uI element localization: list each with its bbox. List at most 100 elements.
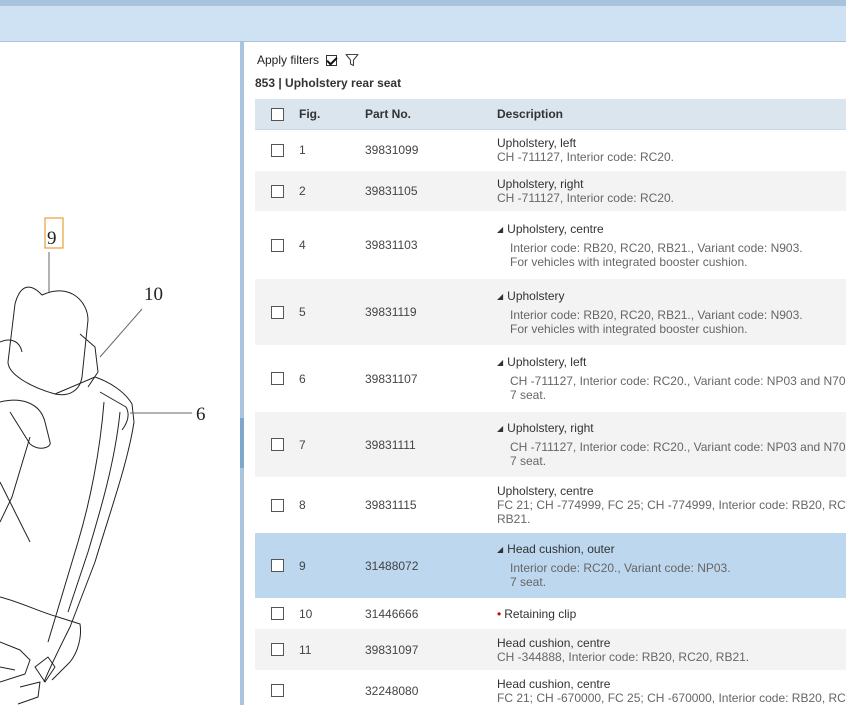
row-fig: 8 — [299, 498, 306, 512]
description-detail: FC 21; CH -774999, FC 25; CH -774999, In… — [497, 498, 846, 512]
description-detail: CH -711127, Interior code: RC20. — [497, 150, 674, 164]
expand-toggle-icon[interactable]: ◢ — [497, 424, 503, 433]
row-checkbox[interactable] — [270, 498, 284, 512]
description-title: Upholstery, centre — [497, 484, 594, 498]
table-row[interactable]: 7 39831111 ◢ Upholstery, right CH -711127, I… — [255, 412, 846, 478]
expand-toggle-icon[interactable]: ◢ — [497, 292, 503, 301]
table-row[interactable]: 1 39831099 Upholstery, left CH -711127, Int… — [255, 130, 846, 171]
description-detail: 7 seat. — [510, 454, 547, 468]
row-checkbox[interactable] — [270, 559, 284, 572]
description-title: Upholstery, right — [497, 177, 584, 191]
apply-filters-checkbox[interactable] — [326, 54, 338, 66]
section-title: 853 | Upholstery rear seat — [255, 76, 402, 90]
callout-9[interactable]: 9 — [47, 228, 57, 249]
row-part-number[interactable]: 39831105 — [365, 184, 497, 198]
row-checkbox[interactable] — [270, 607, 284, 620]
description-detail: 7 seat. — [510, 575, 547, 589]
row-description: Upholstery, left CH -711127, Interior cod… — [497, 136, 846, 164]
parts-diagram[interactable]: 9 10 6 — [0, 42, 240, 705]
table-row[interactable]: 9 31488072 ◢ Head cushion, outer Interior co… — [255, 533, 846, 599]
row-part-number[interactable]: 39831107 — [365, 372, 497, 386]
row-checkbox[interactable] — [270, 372, 284, 385]
row-description: Upholstery, right CH -711127, Interior co… — [497, 177, 846, 205]
table-row[interactable]: 5 39831119 ◢ Upholstery Interior code: RB20,… — [255, 279, 846, 346]
description-title: Head cushion, outer — [507, 542, 615, 556]
row-checkbox[interactable] — [270, 238, 284, 252]
description-detail: For vehicles with integrated booster cus… — [510, 321, 748, 336]
row-fig: 9 — [299, 558, 306, 573]
table-row[interactable]: 11 39831097 Head cushion, centre CH -344888… — [255, 629, 846, 671]
description-title: Upholstery — [507, 288, 565, 303]
row-part-number[interactable]: 39831115 — [365, 498, 497, 512]
row-part-number[interactable]: 39831099 — [365, 143, 497, 157]
table-row[interactable]: 2 39831105 Upholstery, right CH -711127, In… — [255, 171, 846, 212]
expand-toggle-icon[interactable]: ◢ — [497, 545, 503, 554]
row-part-number[interactable]: 39831103 — [365, 238, 497, 252]
description-title: Upholstery, centre — [507, 221, 604, 236]
row-part-number[interactable]: 39831097 — [365, 643, 497, 657]
description-title: Upholstery, right — [507, 421, 594, 435]
row-description: Upholstery, centre FC 21; CH -774999, FC … — [497, 484, 846, 526]
description-detail: CH -711127, Interior code: RC20., Varian… — [510, 440, 846, 454]
description-title: Upholstery, left — [507, 355, 587, 369]
row-fig: 6 — [299, 371, 306, 386]
row-description: ◢ Upholstery, left CH -711127, Interior co… — [497, 355, 846, 402]
row-part-number[interactable]: 31446666 — [365, 607, 497, 621]
row-description: Head cushion, centre FC 21; CH -670000, F… — [497, 677, 846, 705]
row-part-number[interactable]: 32248080 — [365, 684, 497, 698]
row-fig: 1 — [299, 143, 306, 157]
filter-row: Apply filters — [257, 51, 359, 69]
row-checkbox[interactable] — [270, 184, 284, 198]
table-body: 1 39831099 Upholstery, left CH -711127, Int… — [255, 130, 846, 705]
callout-6[interactable]: 6 — [196, 404, 206, 425]
description-detail: Interior code: RB20, RC20, RB21., Varian… — [510, 240, 803, 255]
row-fig: 7 — [299, 437, 306, 452]
row-checkbox[interactable] — [270, 684, 284, 697]
bullet-icon: • — [497, 606, 502, 621]
row-description: • Retaining clip — [497, 607, 846, 621]
table-row[interactable]: 32248080 Head cushion, centre FC 21; CH -6… — [255, 671, 846, 705]
description-detail: Interior code: RB20, RC20, RB21., Varian… — [510, 307, 803, 322]
row-part-number[interactable]: 39831111 — [365, 438, 497, 452]
table-row[interactable]: 10 31446666 • Retaining clip — [255, 599, 846, 629]
row-checkbox[interactable] — [270, 305, 284, 319]
row-fig: 5 — [299, 305, 306, 319]
apply-filters-label: Apply filters — [257, 53, 320, 67]
header-description[interactable]: Description — [497, 107, 846, 121]
row-part-number[interactable]: 31488072 — [365, 559, 497, 573]
description-detail: 7 seat. — [510, 388, 547, 402]
description-detail: For vehicles with integrated booster cus… — [510, 254, 748, 269]
description-detail: FC 21; CH -670000, FC 25; CH -670000, In… — [497, 690, 846, 705]
row-part-number[interactable]: 39831119 — [365, 305, 497, 319]
row-fig: 4 — [299, 238, 306, 252]
table-header: Fig. Part No. Description — [255, 99, 846, 130]
table-row[interactable]: 6 39831107 ◢ Upholstery, left CH -711127, In… — [255, 346, 846, 412]
header-fig[interactable]: Fig. — [299, 107, 365, 121]
row-fig: 10 — [299, 606, 313, 621]
row-checkbox[interactable] — [270, 438, 284, 451]
description-detail: CH -711127, Interior code: RC20., Varian… — [510, 374, 846, 388]
table-row[interactable]: 4 39831103 ◢ Upholstery, centre Interior cod… — [255, 212, 846, 279]
description-detail: RB21. — [497, 512, 531, 526]
top-toolbar — [0, 0, 846, 42]
row-description: Head cushion, centre CH -344888, Interior… — [497, 636, 846, 664]
parts-table: Fig. Part No. Description 1 39831099 Uphol… — [255, 99, 846, 705]
row-description: ◢ Upholstery, centre Interior code: RB20, … — [497, 222, 846, 269]
callout-10[interactable]: 10 — [144, 284, 163, 305]
description-title: Upholstery, left — [497, 136, 577, 150]
description-detail: CH -711127, Interior code: RC20. — [497, 191, 674, 205]
funnel-icon[interactable] — [345, 53, 359, 67]
description-title: Retaining clip — [504, 606, 577, 621]
description-title: Head cushion, centre — [497, 676, 611, 691]
select-all-checkbox[interactable] — [270, 107, 284, 121]
expand-toggle-icon[interactable]: ◢ — [497, 225, 503, 234]
row-checkbox[interactable] — [270, 143, 284, 157]
table-row[interactable]: 8 39831115 Upholstery, centre FC 21; CH -77… — [255, 478, 846, 533]
description-title: Head cushion, centre — [497, 635, 611, 650]
row-description: ◢ Upholstery, right CH -711127, Interior c… — [497, 421, 846, 468]
expand-toggle-icon[interactable]: ◢ — [497, 358, 503, 367]
header-part-no[interactable]: Part No. — [365, 107, 497, 121]
description-detail: CH -344888, Interior code: RB20, RC20, R… — [497, 649, 750, 664]
seat-illustration: 9 10 6 — [0, 217, 206, 705]
row-checkbox[interactable] — [270, 643, 284, 656]
